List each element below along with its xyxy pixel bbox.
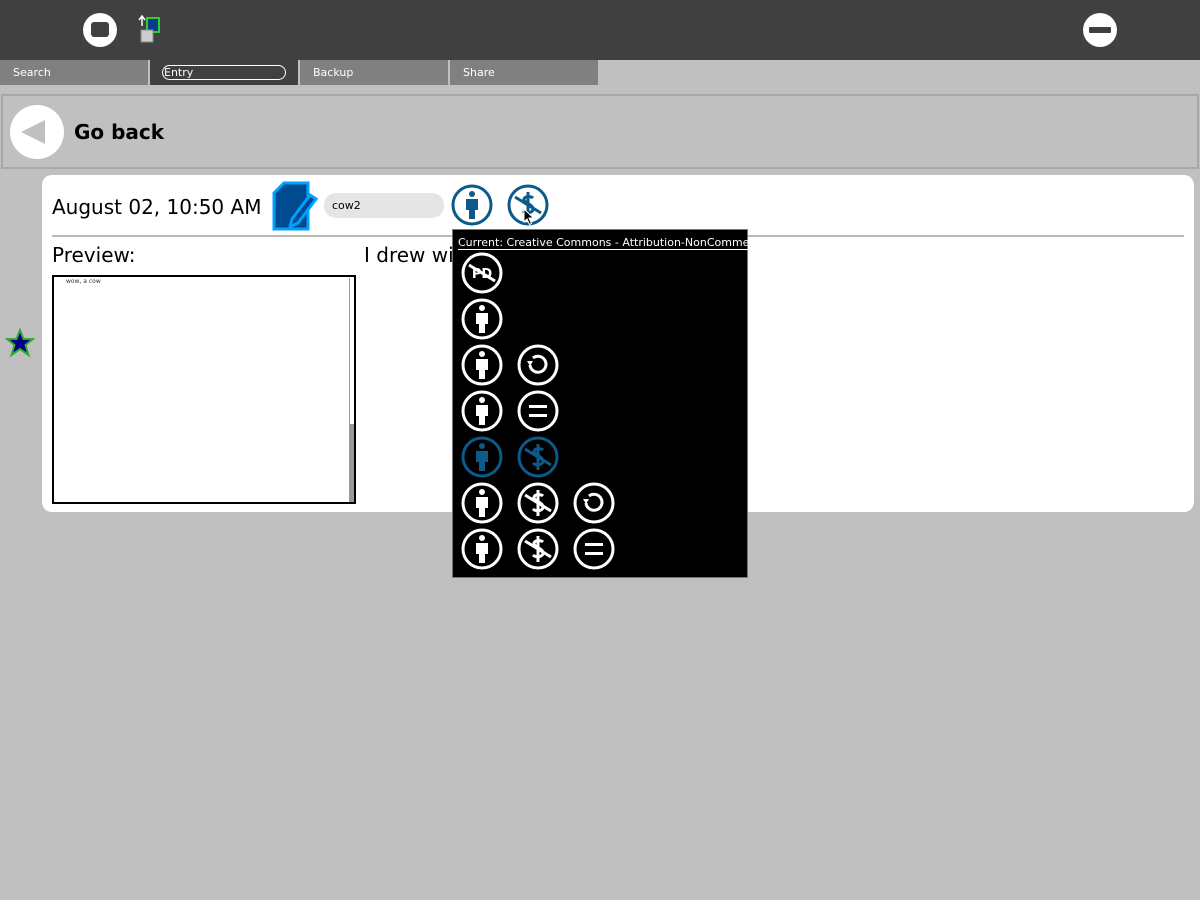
- preview-text: wow, a cow: [66, 278, 101, 285]
- license-option-by-nc[interactable]: [461, 436, 741, 478]
- share-alike-icon: [517, 344, 559, 386]
- journal-icon[interactable]: [83, 13, 117, 47]
- attribution-icon: [461, 390, 503, 432]
- license-option-by-nd[interactable]: [461, 390, 741, 432]
- license-option-by-nc-sa[interactable]: [461, 482, 741, 524]
- top-toolbar: [0, 0, 1200, 60]
- noncommercial-icon: [517, 482, 559, 524]
- preview-page: wow, a cow: [56, 278, 350, 501]
- share-alike-icon: [573, 482, 615, 524]
- edit-icon[interactable]: [270, 181, 318, 231]
- no-derivatives-icon: [573, 528, 615, 570]
- import-icon[interactable]: [137, 14, 161, 46]
- attribution-icon: [461, 344, 503, 386]
- license-menu-current: Current: Creative Commons - Attribution-…: [458, 236, 773, 250]
- star-icon[interactable]: [5, 328, 35, 358]
- license-option-by-nc-nd[interactable]: [461, 528, 741, 570]
- attribution-icon: [461, 298, 503, 340]
- tab-backup-label: Backup: [313, 66, 354, 79]
- tab-entry-label: Entry: [162, 65, 286, 80]
- mouse-cursor: [523, 208, 535, 226]
- noncommercial-icon: [517, 528, 559, 570]
- go-back-bar[interactable]: Go back: [1, 94, 1199, 169]
- tab-strip: Search Entry Backup Share: [0, 60, 600, 85]
- title-field[interactable]: cow2: [324, 193, 444, 218]
- go-back-label[interactable]: Go back: [74, 120, 164, 144]
- preview-scrollbar: [349, 424, 354, 502]
- license-menu: Current: Creative Commons - Attribution-…: [452, 229, 773, 578]
- tab-entry[interactable]: Entry: [150, 60, 298, 85]
- tab-backup[interactable]: Backup: [300, 60, 448, 85]
- tab-search[interactable]: Search: [0, 60, 148, 85]
- attribution-icon: [461, 482, 503, 524]
- license-option-by[interactable]: [461, 298, 741, 340]
- attribution-icon: [461, 528, 503, 570]
- license-option-public-domain[interactable]: PD: [461, 252, 741, 294]
- license-option-by-sa[interactable]: [461, 344, 741, 386]
- public-domain-icon: PD: [461, 252, 503, 294]
- noncommercial-icon: [517, 436, 559, 478]
- entry-date: August 02, 10:50 AM: [52, 195, 262, 219]
- attribution-icon[interactable]: [451, 184, 493, 226]
- stop-icon[interactable]: [1083, 13, 1117, 47]
- tab-share-label: Share: [463, 66, 495, 79]
- back-arrow-icon[interactable]: [10, 105, 64, 159]
- preview-thumbnail: wow, a cow: [52, 275, 356, 504]
- tab-share[interactable]: Share: [450, 60, 598, 85]
- preview-label: Preview:: [52, 243, 136, 267]
- tab-search-label: Search: [13, 66, 51, 79]
- no-derivatives-icon: [517, 390, 559, 432]
- attribution-icon: [461, 436, 503, 478]
- description-text[interactable]: I drew wi: [364, 243, 454, 267]
